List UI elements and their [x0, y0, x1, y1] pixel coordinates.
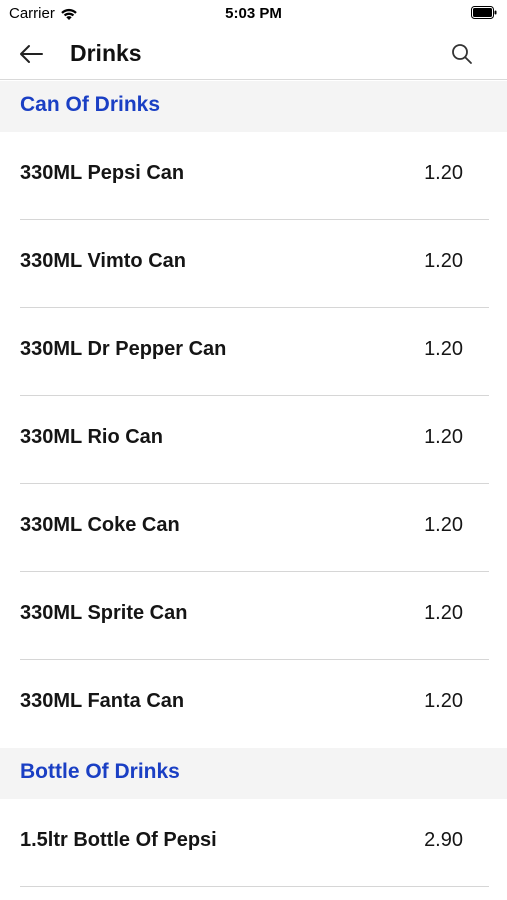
item-name: 330ML Dr Pepper Can [20, 338, 227, 360]
item-name: 330ML Vimto Can [20, 250, 186, 272]
menu-item-row[interactable]: 330ML Sprite Can 1.20 [0, 572, 507, 660]
menu-item-row[interactable]: 330ML Pepsi Can 1.20 [0, 132, 507, 220]
item-price: 1.20 [424, 338, 463, 360]
item-name: 330ML Rio Can [20, 426, 163, 448]
item-name: 1.5ltr Bottle Of Pepsi [20, 829, 217, 851]
status-time: 5:03 PM [225, 5, 282, 22]
item-name: 330ML Coke Can [20, 514, 180, 536]
item-price: 1.20 [424, 250, 463, 272]
page-title: Drinks [70, 40, 142, 66]
item-name: 330ML Fanta Can [20, 690, 185, 712]
item-price: 1.20 [424, 514, 463, 536]
status-bar: Carrier 5:03 PM [0, 0, 507, 30]
item-name: 330ML Sprite Can [20, 602, 188, 624]
battery-icon [471, 6, 497, 19]
navigation-bar: Drinks [0, 30, 507, 80]
menu-item-row[interactable]: 1.5ltr Bottle Of Pepsi 2.90 [0, 799, 507, 887]
menu-item-row[interactable]: 330ML Rio Can 1.20 [0, 396, 507, 484]
row-divider [20, 886, 489, 887]
menu-item-row[interactable]: 330ML Coke Can 1.20 [0, 484, 507, 572]
item-price: 1.20 [424, 602, 463, 624]
item-price: 1.20 [424, 690, 463, 712]
menu-item-row[interactable]: 330ML Vimto Can 1.20 [0, 220, 507, 308]
section-header-cans: Can Of Drinks [0, 81, 507, 132]
item-name: 330ML Pepsi Can [20, 162, 185, 184]
search-button[interactable] [449, 41, 475, 67]
section-title: Can Of Drinks [20, 93, 161, 116]
item-price: 2.90 [424, 829, 463, 851]
item-price: 1.20 [424, 426, 463, 448]
section-title: Bottle Of Drinks [20, 760, 180, 783]
section-header-bottles: Bottle Of Drinks [0, 748, 507, 799]
menu-item-row[interactable]: 330ML Fanta Can 1.20 [0, 660, 507, 748]
item-price: 1.20 [424, 162, 463, 184]
menu-item-row[interactable]: 330ML Dr Pepper Can 1.20 [0, 308, 507, 396]
arrow-left-icon [20, 45, 43, 63]
back-button[interactable] [16, 41, 46, 67]
search-icon [452, 44, 472, 64]
